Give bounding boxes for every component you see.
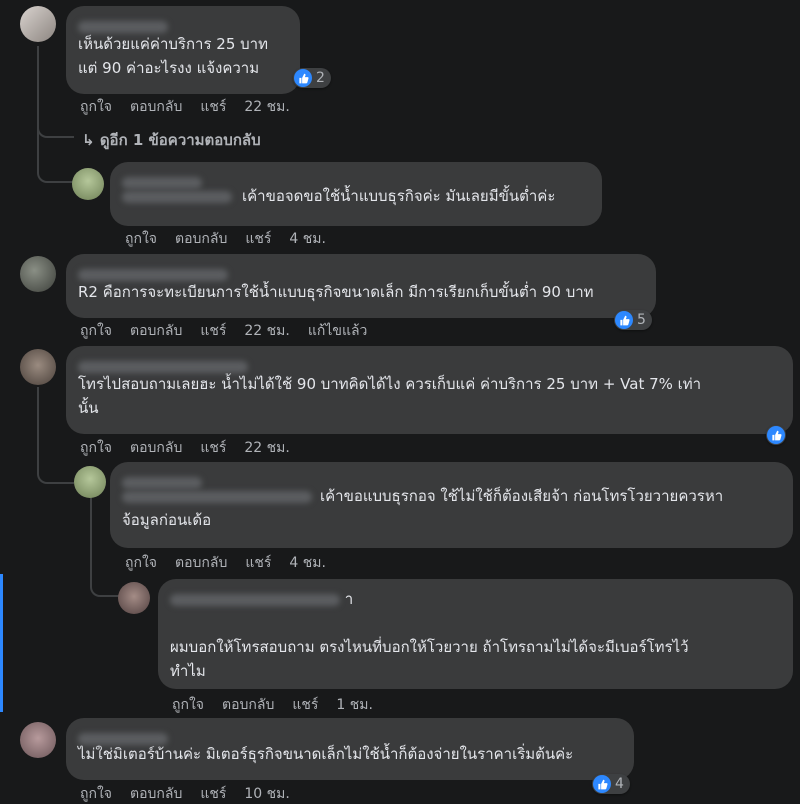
like-icon bbox=[767, 426, 785, 444]
comment-text: เห็นด้วยแค่ค่าบริการ 25 บาท แต่ 90 ค่าอะ… bbox=[78, 35, 268, 77]
share-button[interactable]: แชร์ bbox=[200, 97, 226, 117]
reply-button[interactable]: ตอบกลับ bbox=[130, 784, 182, 804]
commenter-name[interactable] bbox=[78, 262, 644, 281]
timestamp[interactable]: 4 ชม. bbox=[289, 229, 326, 249]
avatar[interactable] bbox=[72, 168, 104, 200]
reply-arrow-icon: ↳ bbox=[82, 131, 95, 149]
like-button[interactable]: ถูกใจ bbox=[80, 784, 112, 804]
like-icon bbox=[615, 311, 633, 329]
view-more-label: ดูอีก 1 ข้อความตอบกลับ bbox=[99, 131, 261, 149]
reply-button[interactable]: ตอบกลับ bbox=[175, 553, 227, 573]
like-icon bbox=[294, 69, 312, 87]
comment-actions: ถูกใจ ตอบกลับ แชร์ 1 ชม. bbox=[172, 695, 391, 715]
commenter-name[interactable]: า bbox=[170, 587, 781, 617]
commenter-name[interactable] bbox=[78, 14, 288, 33]
like-button[interactable]: ถูกใจ bbox=[80, 321, 112, 341]
comment-bubble: ไม่ใช่มิเตอร์บ้านค่ะ มิเตอร์ธุรกิจขนาดเล… bbox=[66, 718, 634, 780]
avatar[interactable] bbox=[20, 349, 56, 385]
timestamp[interactable]: 1 ชม. bbox=[336, 695, 373, 715]
timestamp[interactable]: 22 ชม. bbox=[244, 321, 289, 341]
comment-actions: ถูกใจ ตอบกลับ แชร์ 10 ชม. bbox=[80, 784, 308, 804]
comment-actions: ถูกใจ ตอบกลับ แชร์ 22 ชม. bbox=[80, 97, 308, 117]
reaction-count[interactable]: 5 bbox=[614, 310, 652, 330]
reaction-number: 5 bbox=[637, 312, 646, 328]
share-button[interactable]: แชร์ bbox=[200, 438, 226, 458]
like-button[interactable]: ถูกใจ bbox=[80, 97, 112, 117]
share-button[interactable]: แชร์ bbox=[200, 784, 226, 804]
avatar[interactable] bbox=[74, 466, 106, 498]
comment-actions: ถูกใจ ตอบกลับ แชร์ 4 ชม. bbox=[125, 229, 344, 249]
share-button[interactable]: แชร์ bbox=[245, 229, 271, 249]
comment-bubble: เค้าขอจดขอใช้น้ำแบบธุรกิจค่ะ มันเลยมีขั้… bbox=[110, 162, 602, 226]
comment-bubble: เห็นด้วยแค่ค่าบริการ 25 บาท แต่ 90 ค่าอะ… bbox=[66, 6, 300, 94]
avatar[interactable] bbox=[20, 256, 56, 292]
focus-indicator bbox=[0, 574, 3, 712]
edited-label[interactable]: แก้ไขแล้ว bbox=[308, 321, 368, 341]
reaction-number: 4 bbox=[615, 776, 624, 792]
reply-button[interactable]: ตอบกลับ bbox=[175, 229, 227, 249]
reply-button[interactable]: ตอบกลับ bbox=[222, 695, 274, 715]
reaction-number: 2 bbox=[316, 70, 325, 86]
like-button[interactable]: ถูกใจ bbox=[125, 553, 157, 573]
share-button[interactable]: แชร์ bbox=[292, 695, 318, 715]
timestamp[interactable]: 10 ชม. bbox=[244, 784, 289, 804]
reaction-count[interactable] bbox=[766, 425, 786, 445]
comment-actions: ถูกใจ ตอบกลับ แชร์ 4 ชม. bbox=[125, 553, 344, 573]
comment-bubble: า ผมบอกให้โทรสอบถาม ตรงไหนที่บอกให้โวยวา… bbox=[158, 579, 793, 689]
avatar[interactable] bbox=[20, 722, 56, 758]
comment-text: ผมบอกให้โทรสอบถาม ตรงไหนที่บอกให้โวยวาย … bbox=[170, 638, 689, 680]
reply-button[interactable]: ตอบกลับ bbox=[130, 97, 182, 117]
like-button[interactable]: ถูกใจ bbox=[125, 229, 157, 249]
timestamp[interactable]: 4 ชม. bbox=[289, 553, 326, 573]
reaction-count[interactable]: 4 bbox=[592, 774, 630, 794]
avatar[interactable] bbox=[118, 582, 150, 614]
timestamp[interactable]: 22 ชม. bbox=[244, 97, 289, 117]
reply-button[interactable]: ตอบกลับ bbox=[130, 321, 182, 341]
share-button[interactable]: แชร์ bbox=[245, 553, 271, 573]
comment-text: เค้าขอแบบธุรกอจ ใช้ไม่ใช้ก็ต้องเสียจ้า ก… bbox=[122, 484, 781, 532]
comment-text: โทรไปสอบถามเลยฮะ น้ำไม่ได้ใช้ 90 บาทคิดไ… bbox=[78, 375, 702, 417]
like-icon bbox=[593, 775, 611, 793]
comment-actions: ถูกใจ ตอบกลับ แชร์ 22 ชม. แก้ไขแล้ว bbox=[80, 321, 385, 341]
comment-text: R2 คือการจะทะเบียนการใช้น้ำแบบธุรกิจขนาด… bbox=[78, 283, 594, 301]
like-button[interactable]: ถูกใจ bbox=[80, 438, 112, 458]
comment-text-body: เค้าขอจดขอใช้น้ำแบบธุรกิจค่ะ มันเลยมีขั้… bbox=[242, 187, 556, 205]
commenter-name-tail: า bbox=[344, 590, 354, 608]
comment-text: ไม่ใช่มิเตอร์บ้านค่ะ มิเตอร์ธุรกิจขนาดเล… bbox=[78, 745, 574, 763]
share-button[interactable]: แชร์ bbox=[200, 321, 226, 341]
commenter-name[interactable] bbox=[78, 354, 781, 373]
comment-actions: ถูกใจ ตอบกลับ แชร์ 22 ชม. bbox=[80, 438, 308, 458]
reaction-count[interactable]: 2 bbox=[293, 68, 331, 88]
avatar[interactable] bbox=[20, 6, 56, 42]
timestamp[interactable]: 22 ชม. bbox=[244, 438, 289, 458]
comment-bubble: โทรไปสอบถามเลยฮะ น้ำไม่ได้ใช้ 90 บาทคิดไ… bbox=[66, 346, 793, 434]
reply-button[interactable]: ตอบกลับ bbox=[130, 438, 182, 458]
like-button[interactable]: ถูกใจ bbox=[172, 695, 204, 715]
view-more-replies[interactable]: ↳ ดูอีก 1 ข้อความตอบกลับ bbox=[82, 128, 261, 152]
comment-bubble: R2 คือการจะทะเบียนการใช้น้ำแบบธุรกิจขนาด… bbox=[66, 254, 656, 318]
comment-bubble: เค้าขอแบบธุรกอจ ใช้ไม่ใช้ก็ต้องเสียจ้า ก… bbox=[110, 462, 793, 548]
